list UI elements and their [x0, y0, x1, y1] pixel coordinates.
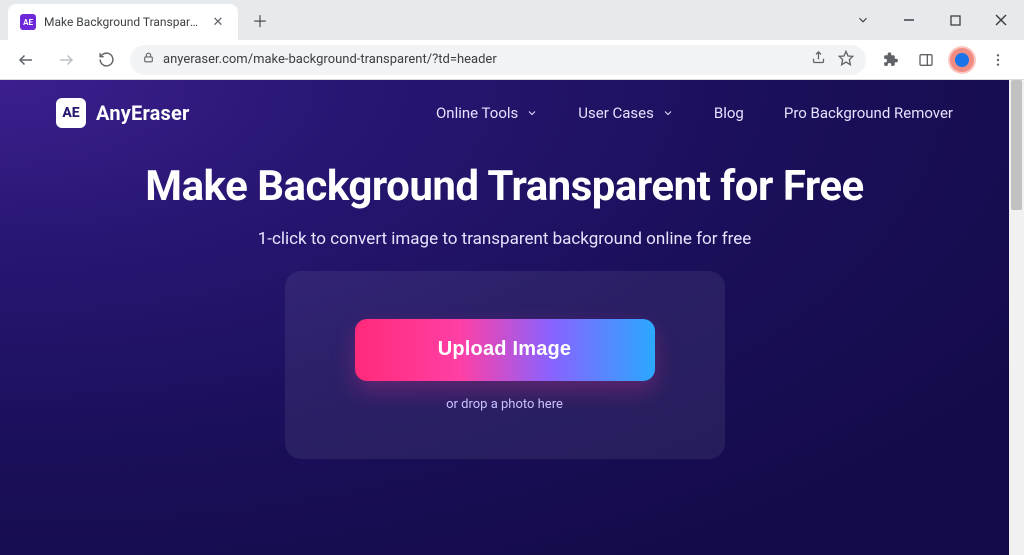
window-minimize-button[interactable]	[886, 0, 932, 40]
nav-item-label: User Cases	[578, 104, 654, 122]
scrollbar-thumb[interactable]	[1011, 80, 1022, 210]
upload-dropzone[interactable]: Upload Image or drop a photo here	[285, 271, 725, 459]
hero-subtitle: 1-click to convert image to transparent …	[40, 229, 969, 249]
drop-hint-text: or drop a photo here	[446, 397, 563, 412]
nav-item-label: Online Tools	[436, 104, 518, 122]
hero-title: Make Background Transparent for Free	[40, 162, 969, 211]
bookmark-star-icon[interactable]	[838, 50, 854, 70]
window-close-button[interactable]	[978, 0, 1024, 40]
tab-title: Make Background Transparent in	[44, 15, 202, 29]
chevron-down-icon	[526, 107, 538, 119]
site-header: AE AnyEraser Online Tools User Cases	[0, 80, 1009, 140]
brand-logo-icon: AE	[56, 98, 86, 128]
brand-name: AnyEraser	[96, 101, 190, 125]
window-titlebar: AE Make Background Transparent in ✕ ＋	[0, 0, 1024, 40]
nav-user-cases[interactable]: User Cases	[578, 104, 674, 122]
vertical-scrollbar[interactable]	[1009, 80, 1024, 555]
window-controls	[840, 0, 1024, 40]
nav-item-label: Blog	[714, 104, 744, 122]
nav-back-button[interactable]	[10, 44, 42, 76]
browser-toolbar: anyeraser.com/make-background-transparen…	[0, 40, 1024, 80]
share-icon[interactable]	[811, 50, 826, 69]
chrome-menu-button[interactable]	[982, 44, 1014, 76]
nav-item-label: Pro Background Remover	[784, 104, 953, 122]
hero: Make Background Transparent for Free 1-c…	[0, 140, 1009, 459]
nav-online-tools[interactable]: Online Tools	[436, 104, 538, 122]
tab-favicon: AE	[20, 14, 36, 30]
address-bar-url: anyeraser.com/make-background-transparen…	[163, 52, 803, 67]
tab-close-button[interactable]: ✕	[210, 14, 226, 30]
nav-blog[interactable]: Blog	[714, 104, 744, 122]
side-panel-icon[interactable]	[910, 44, 942, 76]
extensions-puzzle-icon[interactable]	[874, 44, 906, 76]
nav-reload-button[interactable]	[90, 44, 122, 76]
nav-forward-button[interactable]	[50, 44, 82, 76]
viewport: AE AnyEraser Online Tools User Cases	[0, 80, 1024, 555]
chevron-down-icon	[662, 107, 674, 119]
new-tab-button[interactable]: ＋	[246, 6, 274, 34]
upload-image-button[interactable]: Upload Image	[355, 319, 655, 381]
main-nav: Online Tools User Cases Blog	[436, 104, 953, 122]
brand-logo-link[interactable]: AE AnyEraser	[56, 98, 190, 128]
nav-pro-bg-remover[interactable]: Pro Background Remover	[784, 104, 953, 122]
address-bar[interactable]: anyeraser.com/make-background-transparen…	[130, 45, 866, 75]
lock-icon	[142, 51, 155, 68]
browser-tab[interactable]: AE Make Background Transparent in ✕	[8, 4, 238, 40]
profile-avatar[interactable]	[946, 44, 978, 76]
window-maximize-button[interactable]	[932, 0, 978, 40]
page: AE AnyEraser Online Tools User Cases	[0, 80, 1009, 555]
tab-search-button[interactable]	[840, 0, 886, 40]
